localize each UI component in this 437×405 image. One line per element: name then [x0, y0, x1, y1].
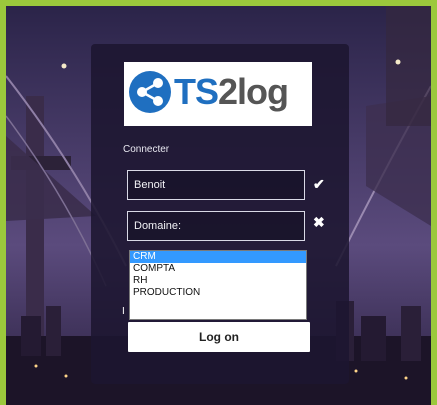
hidden-field-fragment: I	[122, 306, 125, 317]
domain-option-crm[interactable]: CRM	[130, 251, 306, 263]
checkmark-icon: ✔	[313, 176, 325, 192]
domain-option-rh[interactable]: RH	[130, 275, 306, 287]
logo-wordmark: TS2log	[174, 71, 289, 112]
logo-ts-text: TS	[174, 71, 219, 112]
domain-dropdown-list[interactable]: CRM COMPTA RH PRODUCTION	[129, 250, 307, 320]
username-field[interactable]: Benoit	[127, 170, 305, 200]
share-network-icon	[129, 71, 171, 113]
logo-2-text: 2	[218, 71, 238, 112]
cross-icon[interactable]: ✖	[313, 214, 325, 231]
domain-option-production[interactable]: PRODUCTION	[130, 287, 306, 299]
connect-label: Connecter	[123, 144, 170, 155]
login-panel: TS2log Connecter Benoit ✔ Domaine: ✖ CRM…	[91, 44, 349, 384]
ts2log-logo: TS2log	[124, 62, 312, 126]
logon-button[interactable]: Log on	[128, 322, 310, 352]
domain-field[interactable]: Domaine:	[127, 211, 305, 241]
domain-option-compta[interactable]: COMPTA	[130, 263, 306, 275]
logo-log-text: log	[237, 71, 289, 112]
